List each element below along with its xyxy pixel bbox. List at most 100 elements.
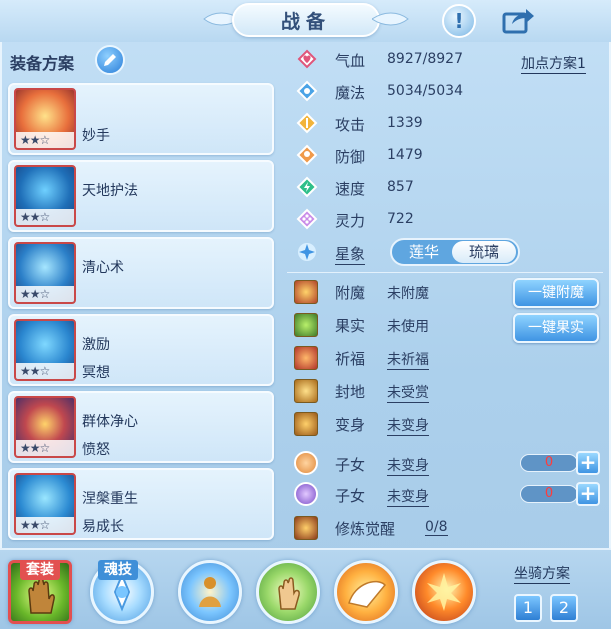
enchant-icon <box>294 280 318 304</box>
star-rating: ★★☆ <box>16 517 74 533</box>
share-icon <box>502 9 534 34</box>
xingxiang-option-liuli[interactable]: 琉璃 <box>452 241 516 263</box>
edit-plan-button[interactable] <box>95 45 125 75</box>
mount-plan-label[interactable]: 坐骑方案 <box>514 563 570 584</box>
title-ornament-right-icon <box>372 12 409 26</box>
skill-slot-2[interactable] <box>256 560 320 624</box>
child-1-counter: 0 <box>520 454 578 472</box>
attr-value-blessing[interactable]: 未祈福 <box>387 349 429 370</box>
attr-label-fruit: 果实 <box>335 317 366 335</box>
child-2-counter: 0 <box>520 485 578 503</box>
xingxiang-label[interactable]: 星象 <box>335 243 366 265</box>
attr-value-child-2[interactable]: 未变身 <box>387 486 429 507</box>
cultivation-awaken-icon <box>294 516 318 540</box>
attr-label-blessing: 祈福 <box>335 350 366 368</box>
stat-value-hp: 8927/8927 <box>387 51 463 67</box>
child-1-icon <box>294 451 318 475</box>
plus-icon: + <box>579 450 597 474</box>
child-2-plus-button[interactable]: + <box>576 482 600 506</box>
attr-label-child-2: 子女 <box>335 487 366 505</box>
stat-label-mp: 魔法 <box>335 84 366 102</box>
monk-figure-icon <box>199 577 221 607</box>
attr-label-child-1: 子女 <box>335 456 366 474</box>
equip-slot-2[interactable]: ★★☆ 天地护法 <box>8 160 274 232</box>
xingxiang-option-lianhua[interactable]: 莲华 <box>398 241 450 263</box>
skill-miaoshou-icon: ★★☆ <box>14 88 76 150</box>
skill-niepan-icon: ★★☆ <box>14 473 76 535</box>
attr-value-enchant: 未附魔 <box>387 286 429 302</box>
attr-value-child-1[interactable]: 未变身 <box>387 455 429 476</box>
one-key-fruit-button[interactable]: 一键果实 <box>513 313 599 343</box>
equip-name: 激励 <box>82 337 110 353</box>
stat-label-defense: 防御 <box>335 148 366 166</box>
section-divider <box>287 272 603 273</box>
title-bar: 战备 ! <box>0 0 611 42</box>
equip-slot-4[interactable]: ★★☆ 激励 冥想 <box>8 314 274 386</box>
skill-slot-1[interactable] <box>178 560 242 624</box>
page-title: 战备 <box>232 3 380 37</box>
skill-jili-icon: ★★☆ <box>14 319 76 381</box>
pencil-icon <box>104 54 116 66</box>
speed-icon <box>296 176 318 198</box>
attr-label-fief: 封地 <box>335 383 366 401</box>
stat-label-hp: 气血 <box>335 52 366 70</box>
stat-label-spirit: 灵力 <box>335 212 366 230</box>
fief-icon <box>294 379 318 403</box>
skill-qingxin-icon: ★★☆ <box>14 242 76 304</box>
attr-value-cultivation[interactable]: 0/8 <box>425 519 448 536</box>
star-rating: ★★☆ <box>16 363 74 379</box>
equip-name: 群体净心 <box>82 414 138 430</box>
blessing-icon <box>294 346 318 370</box>
equip-slot-1[interactable]: ★★☆ 妙手 <box>8 83 274 155</box>
fan-icon <box>348 580 387 608</box>
attr-value-fief[interactable]: 未受赏 <box>387 382 429 403</box>
attr-label-transform: 变身 <box>335 416 366 434</box>
equip-plan-label: 装备方案 <box>10 54 75 73</box>
share-button[interactable] <box>502 4 536 38</box>
mount-plan-1-button[interactable]: 1 <box>514 594 542 622</box>
equip-sub: 冥想 <box>82 365 110 381</box>
attr-value-transform[interactable]: 未变身 <box>387 415 429 436</box>
child-1-plus-button[interactable]: + <box>576 451 600 475</box>
stat-value-defense: 1479 <box>387 147 423 163</box>
attr-label-enchant: 附魔 <box>335 284 366 302</box>
one-key-enchant-button[interactable]: 一键附魔 <box>513 278 599 308</box>
soul-skill-tag: 魂技 <box>98 560 138 580</box>
attr-value-fruit: 未使用 <box>387 319 429 335</box>
skill-slot-3[interactable] <box>334 560 398 624</box>
equip-slot-5[interactable]: ★★☆ 群体净心 愤怒 <box>8 391 274 463</box>
stat-label-attack: 攻击 <box>335 116 366 134</box>
equip-name: 清心术 <box>82 260 124 276</box>
info-button[interactable]: ! <box>442 4 476 38</box>
equip-name: 妙手 <box>82 128 110 144</box>
stat-value-speed: 857 <box>387 179 414 195</box>
star-rating: ★★☆ <box>16 440 74 456</box>
transform-icon <box>294 412 318 436</box>
star-sign-icon <box>296 241 318 263</box>
equip-slot-3[interactable]: ★★☆ 清心术 <box>8 237 274 309</box>
skill-slot-4[interactable] <box>412 560 476 624</box>
equip-name: 天地护法 <box>82 183 138 199</box>
xingxiang-toggle[interactable]: 莲华 琉璃 <box>390 238 520 266</box>
equip-slot-6[interactable]: ★★☆ 涅槃重生 易成长 <box>8 468 274 540</box>
stat-value-attack: 1339 <box>387 115 423 131</box>
child-2-icon <box>294 482 318 506</box>
equip-sub: 愤怒 <box>82 442 110 458</box>
add-point-plan-link[interactable]: 加点方案1 <box>521 53 586 74</box>
plus-icon: + <box>579 481 597 505</box>
mana-icon <box>296 80 318 102</box>
star-rating: ★★☆ <box>16 132 74 148</box>
spirit-icon <box>296 208 318 230</box>
skill-qunti-jingxin-icon: ★★☆ <box>14 396 76 458</box>
exclamation-icon: ! <box>454 9 464 33</box>
star-rating: ★★☆ <box>16 286 74 302</box>
palm-icon <box>278 577 300 610</box>
heart-icon <box>296 48 318 70</box>
mount-plan-2-button[interactable]: 2 <box>550 594 578 622</box>
flame-burst-icon <box>427 573 461 611</box>
attr-label-cultivation: 修炼觉醒 <box>335 520 396 538</box>
attack-icon <box>296 112 318 134</box>
stat-value-mp: 5034/5034 <box>387 83 463 99</box>
equip-name: 涅槃重生 <box>82 491 138 507</box>
stat-label-speed: 速度 <box>335 180 366 198</box>
